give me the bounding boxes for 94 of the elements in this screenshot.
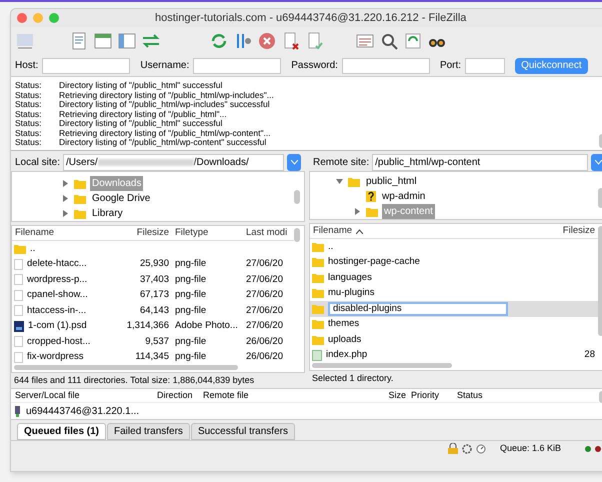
column-header[interactable]: Direction (155, 388, 201, 402)
field-label: Username: (140, 59, 190, 73)
file-size: 9,537 (145, 336, 169, 347)
tree-item[interactable]: public_html (364, 174, 419, 189)
queue-size: Queue: 1.6 KiB (500, 442, 561, 455)
file-name[interactable]: wordpress-p... (27, 272, 88, 287)
column-header[interactable]: Last modi (244, 226, 292, 240)
file-size: 28 (584, 349, 595, 360)
log-label: Status: (15, 90, 42, 100)
file-name[interactable]: uploads (328, 332, 362, 347)
path-field[interactable]: /Users/ /Downloads/ (63, 154, 284, 171)
column-header[interactable]: Filesize (538, 224, 598, 238)
file-name[interactable]: mu-plugins (328, 286, 374, 300)
window-title: hostinger-tutorials.com - u694443746@31.220.16.212 - FileZilla (155, 10, 466, 26)
column-header[interactable]: Size (341, 388, 409, 402)
file-row[interactable]: index.php 28 (310, 348, 598, 363)
file-size: 114,345 (135, 351, 169, 362)
file-name[interactable]: 1-com (1).psd (28, 319, 87, 334)
log-label: Status: (15, 100, 42, 110)
file-row[interactable]: uploads (310, 332, 598, 348)
column-header[interactable]: Status (455, 388, 515, 402)
field-label: Port: (440, 59, 462, 73)
site-label: Remote site: (313, 156, 370, 170)
file-type: png-file (175, 336, 206, 347)
file-name[interactable]: cpanel-show... (27, 288, 88, 302)
tab[interactable]: Successful transfers (190, 423, 295, 440)
file-name[interactable]: delete-htacc... (27, 257, 87, 272)
file-date: 27/06/20 (246, 320, 283, 332)
file-name[interactable]: languages (328, 270, 372, 285)
column-header[interactable]: Priority (409, 388, 455, 402)
field-label: Password: (291, 59, 338, 73)
log-label: Status: (15, 128, 42, 138)
file-row[interactable]: .. (310, 239, 598, 254)
file-date: 27/06/20 (246, 289, 283, 300)
log-message: Directory listing of "/public_html" successful (59, 81, 222, 90)
file-row[interactable]: mu-plugins (310, 286, 598, 301)
file-name[interactable]: .. (30, 242, 36, 256)
column-header[interactable]: Filetype (172, 226, 244, 240)
log-label: Status: (15, 110, 42, 119)
file-type: png-file (175, 258, 206, 270)
file-name[interactable]: themes (328, 317, 360, 332)
log-label: Status: (15, 138, 42, 148)
file-type: png-file (175, 351, 206, 362)
log-message: Directory listing of "/public_html" successful (59, 119, 222, 128)
file-name[interactable]: hostinger-page-cache (328, 255, 420, 270)
file-date: 26/06/20 (246, 336, 283, 347)
file-type: png-file (175, 289, 206, 300)
log-label: Status: (15, 119, 42, 128)
file-size: 1,314,366 (126, 320, 169, 332)
column-header[interactable]: Server/Local file (11, 388, 155, 402)
file-size: 25,930 (140, 258, 169, 270)
path-text: /Users/ (66, 156, 98, 170)
field-label: Host: (15, 59, 38, 73)
file-row[interactable]: disabled-plugins (310, 301, 598, 316)
tab[interactable]: Failed transfers (107, 423, 190, 440)
file-row[interactable]: themes (310, 316, 598, 332)
file-name[interactable]: .. (328, 240, 334, 254)
file-type: png-file (175, 304, 206, 316)
tab[interactable]: Queued files (1) (17, 423, 106, 440)
tree-item[interactable]: Library (90, 206, 125, 221)
file-name[interactable]: index.php (326, 348, 368, 362)
status-text: Selected 1 directory. (311, 372, 394, 385)
file-date: 27/06/20 (246, 274, 283, 285)
file-size: 64,143 (140, 304, 169, 316)
file-name[interactable]: htaccess-in-... (27, 304, 86, 318)
file-date: 27/06/20 (246, 258, 283, 270)
site-label: Local site: (15, 156, 60, 170)
column-header[interactable]: Filename (310, 224, 538, 238)
file-type: Adobe Photo... (175, 320, 238, 332)
column-header[interactable]: Filesize (108, 226, 172, 240)
column-header[interactable]: Filename (12, 226, 108, 240)
file-name[interactable]: fix-wordpress (27, 350, 84, 364)
status-text: 644 files and 111 directories. Total size: 1,886,044,839 bytes (13, 374, 256, 387)
file-row[interactable]: languages (310, 270, 598, 286)
file-size: 37,403 (140, 274, 169, 285)
tree-item[interactable]: wp-admin (380, 189, 428, 204)
file-date: 27/06/20 (246, 304, 283, 316)
log-message: Retrieving directory listing of "/public_html"... (59, 110, 227, 119)
path-field[interactable]: /public_html/wp-content (372, 154, 588, 171)
log-message: Retrieving directory listing of "/public_html/wp-includes"... (59, 90, 274, 100)
log-message: Directory listing of "/public_html/wp-content" successful (59, 138, 266, 148)
log-message: Retrieving directory listing of "/public_html/wp-content"... (59, 128, 271, 138)
file-type: png-file (175, 274, 206, 285)
path-text: /Downloads/ (194, 156, 249, 170)
file-row[interactable]: hostinger-page-cache (310, 254, 598, 270)
log-message: Directory listing of "/public_html/wp-includes" successful (59, 100, 270, 110)
column-header[interactable]: Remote file (201, 388, 341, 402)
log-label: Status: (15, 81, 42, 90)
file-name[interactable]: cropped-host... (27, 334, 90, 349)
file-size: 67,173 (140, 289, 169, 300)
file-date: 26/06/20 (246, 351, 283, 362)
tree-item[interactable]: Google Drive (90, 191, 152, 206)
rename-field[interactable]: disabled-plugins (328, 302, 508, 316)
queue-server: u694443746@31.220.1... (26, 404, 140, 418)
